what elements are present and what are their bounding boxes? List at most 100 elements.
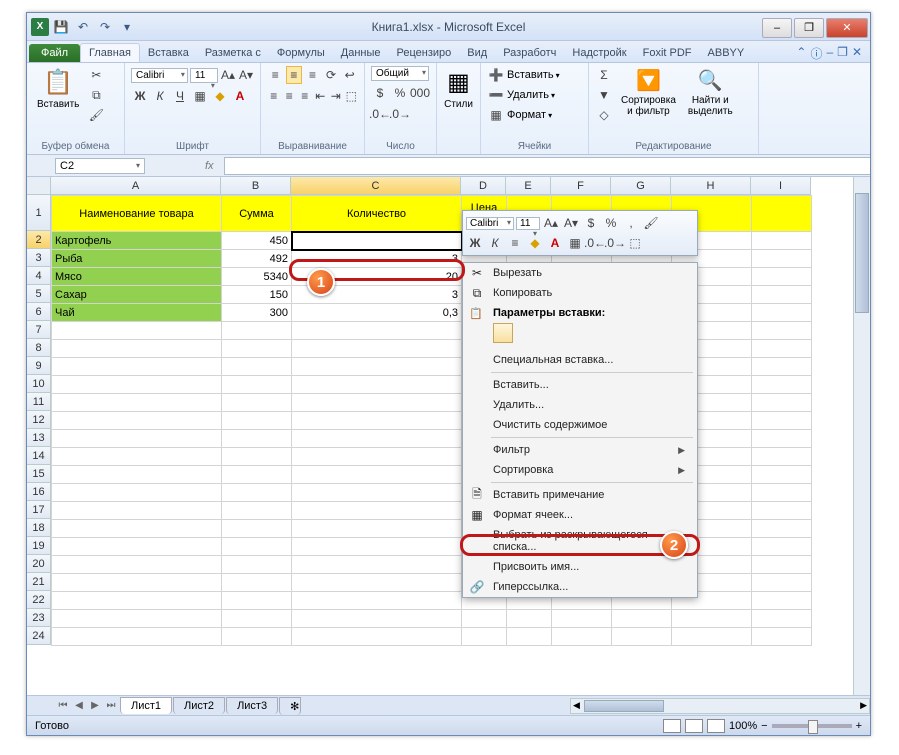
cell[interactable] [222,628,292,646]
close-button[interactable]: ✕ [826,18,868,38]
doc-max-icon[interactable]: ❐ [837,45,848,62]
row-header-18[interactable]: 18 [27,519,51,537]
cell[interactable] [612,610,672,628]
minimize-ribbon-icon[interactable]: ⌃ [796,45,806,62]
cell[interactable] [552,610,612,628]
styles-button[interactable]: ▦ Стили [443,66,474,112]
tab-layout[interactable]: Разметка с [197,44,269,62]
horizontal-scrollbar[interactable]: ◀▶ [570,698,870,714]
font-name-dropdown[interactable]: Calibri [131,68,188,83]
cell[interactable] [752,340,812,358]
cell[interactable] [672,628,752,646]
cell[interactable] [752,430,812,448]
cell[interactable] [752,574,812,592]
align-middle-icon[interactable]: ≡ [286,66,303,84]
cell[interactable] [552,628,612,646]
cell[interactable] [292,322,462,340]
row-header-1[interactable]: 1 [27,195,51,231]
cell[interactable] [292,430,462,448]
cell[interactable] [222,592,292,610]
border-icon[interactable]: ▦ [191,87,209,105]
tab-data[interactable]: Данные [333,44,389,62]
grow-font-icon[interactable]: A▴ [220,66,236,84]
cell[interactable]: Картофель [52,232,222,250]
cell[interactable] [752,412,812,430]
mini-grow-font-icon[interactable]: A▴ [542,214,560,232]
tab-review[interactable]: Рецензиро [389,44,460,62]
cell[interactable] [222,412,292,430]
fill-icon[interactable]: ▼ [595,86,613,104]
minimize-button[interactable]: – [762,18,792,38]
formula-input[interactable] [224,157,870,175]
cell[interactable] [292,628,462,646]
menu-define-name[interactable]: Присвоить имя... [463,557,697,577]
cell[interactable] [752,394,812,412]
copy-icon[interactable]: ⧉ [87,86,105,104]
zoom-in-icon[interactable]: + [856,720,862,732]
col-header-I[interactable]: I [751,177,811,195]
cell[interactable] [292,538,462,556]
cell[interactable] [292,484,462,502]
insert-cells-button[interactable]: Вставить [507,69,554,81]
row-header-2[interactable]: 2 [27,231,51,249]
cell[interactable] [222,466,292,484]
cell[interactable] [752,610,812,628]
mini-italic-icon[interactable]: К [486,234,504,252]
col-header-A[interactable]: A [51,177,221,195]
mini-font-dropdown[interactable]: Calibri [466,217,514,230]
cell[interactable]: 150 [222,286,292,304]
cell[interactable] [222,394,292,412]
mini-merge-icon[interactable]: ⬚ [626,234,644,252]
cell[interactable] [752,196,812,232]
cell[interactable]: Мясо [52,268,222,286]
tab-abbyy[interactable]: ABBYY [700,44,753,62]
cell[interactable] [222,322,292,340]
cell[interactable]: Наименование товара [52,196,222,232]
cell[interactable] [752,448,812,466]
mini-bold-icon[interactable]: Ж [466,234,484,252]
col-header-E[interactable]: E [506,177,551,195]
paste-option-icon[interactable] [493,323,513,343]
undo-icon[interactable]: ↶ [73,17,93,37]
cell[interactable] [292,466,462,484]
align-left-icon[interactable]: ≡ [267,87,281,105]
cell[interactable] [292,610,462,628]
help-icon[interactable]: ⓘ [810,45,822,62]
shrink-font-icon[interactable]: A▾ [238,66,254,84]
cell[interactable] [222,340,292,358]
cell[interactable] [52,610,222,628]
cell[interactable] [292,358,462,376]
mini-inc-dec-icon[interactable]: .0← [586,234,604,252]
comma-icon[interactable]: 000 [411,84,429,102]
cell[interactable] [52,592,222,610]
cell[interactable]: Количество [292,196,462,232]
tab-file[interactable]: Файл [29,44,80,62]
row-header-22[interactable]: 22 [27,591,51,609]
col-header-H[interactable]: H [671,177,751,195]
cell[interactable]: 0,3 [292,304,462,322]
cell[interactable] [222,538,292,556]
row-header-19[interactable]: 19 [27,537,51,555]
cell[interactable]: 5340 [222,268,292,286]
cell[interactable] [752,286,812,304]
cell[interactable] [752,556,812,574]
maximize-button[interactable]: ❐ [794,18,824,38]
cell[interactable] [52,412,222,430]
view-normal-icon[interactable] [663,719,681,733]
view-pagebreak-icon[interactable] [707,719,725,733]
cell[interactable] [222,520,292,538]
col-header-C[interactable]: C [291,177,461,195]
cut-icon[interactable]: ✂ [87,66,105,84]
cell[interactable] [52,466,222,484]
cell[interactable] [752,502,812,520]
row-header-4[interactable]: 4 [27,267,51,285]
cell[interactable] [507,610,552,628]
clear-icon[interactable]: ◇ [595,106,613,124]
cell[interactable] [52,556,222,574]
doc-close-icon[interactable]: ✕ [852,45,862,62]
tab-nav-next-icon[interactable]: ▶ [87,700,103,711]
col-header-D[interactable]: D [461,177,506,195]
cell[interactable] [292,520,462,538]
row-header-14[interactable]: 14 [27,447,51,465]
font-color-icon[interactable]: А [231,87,249,105]
